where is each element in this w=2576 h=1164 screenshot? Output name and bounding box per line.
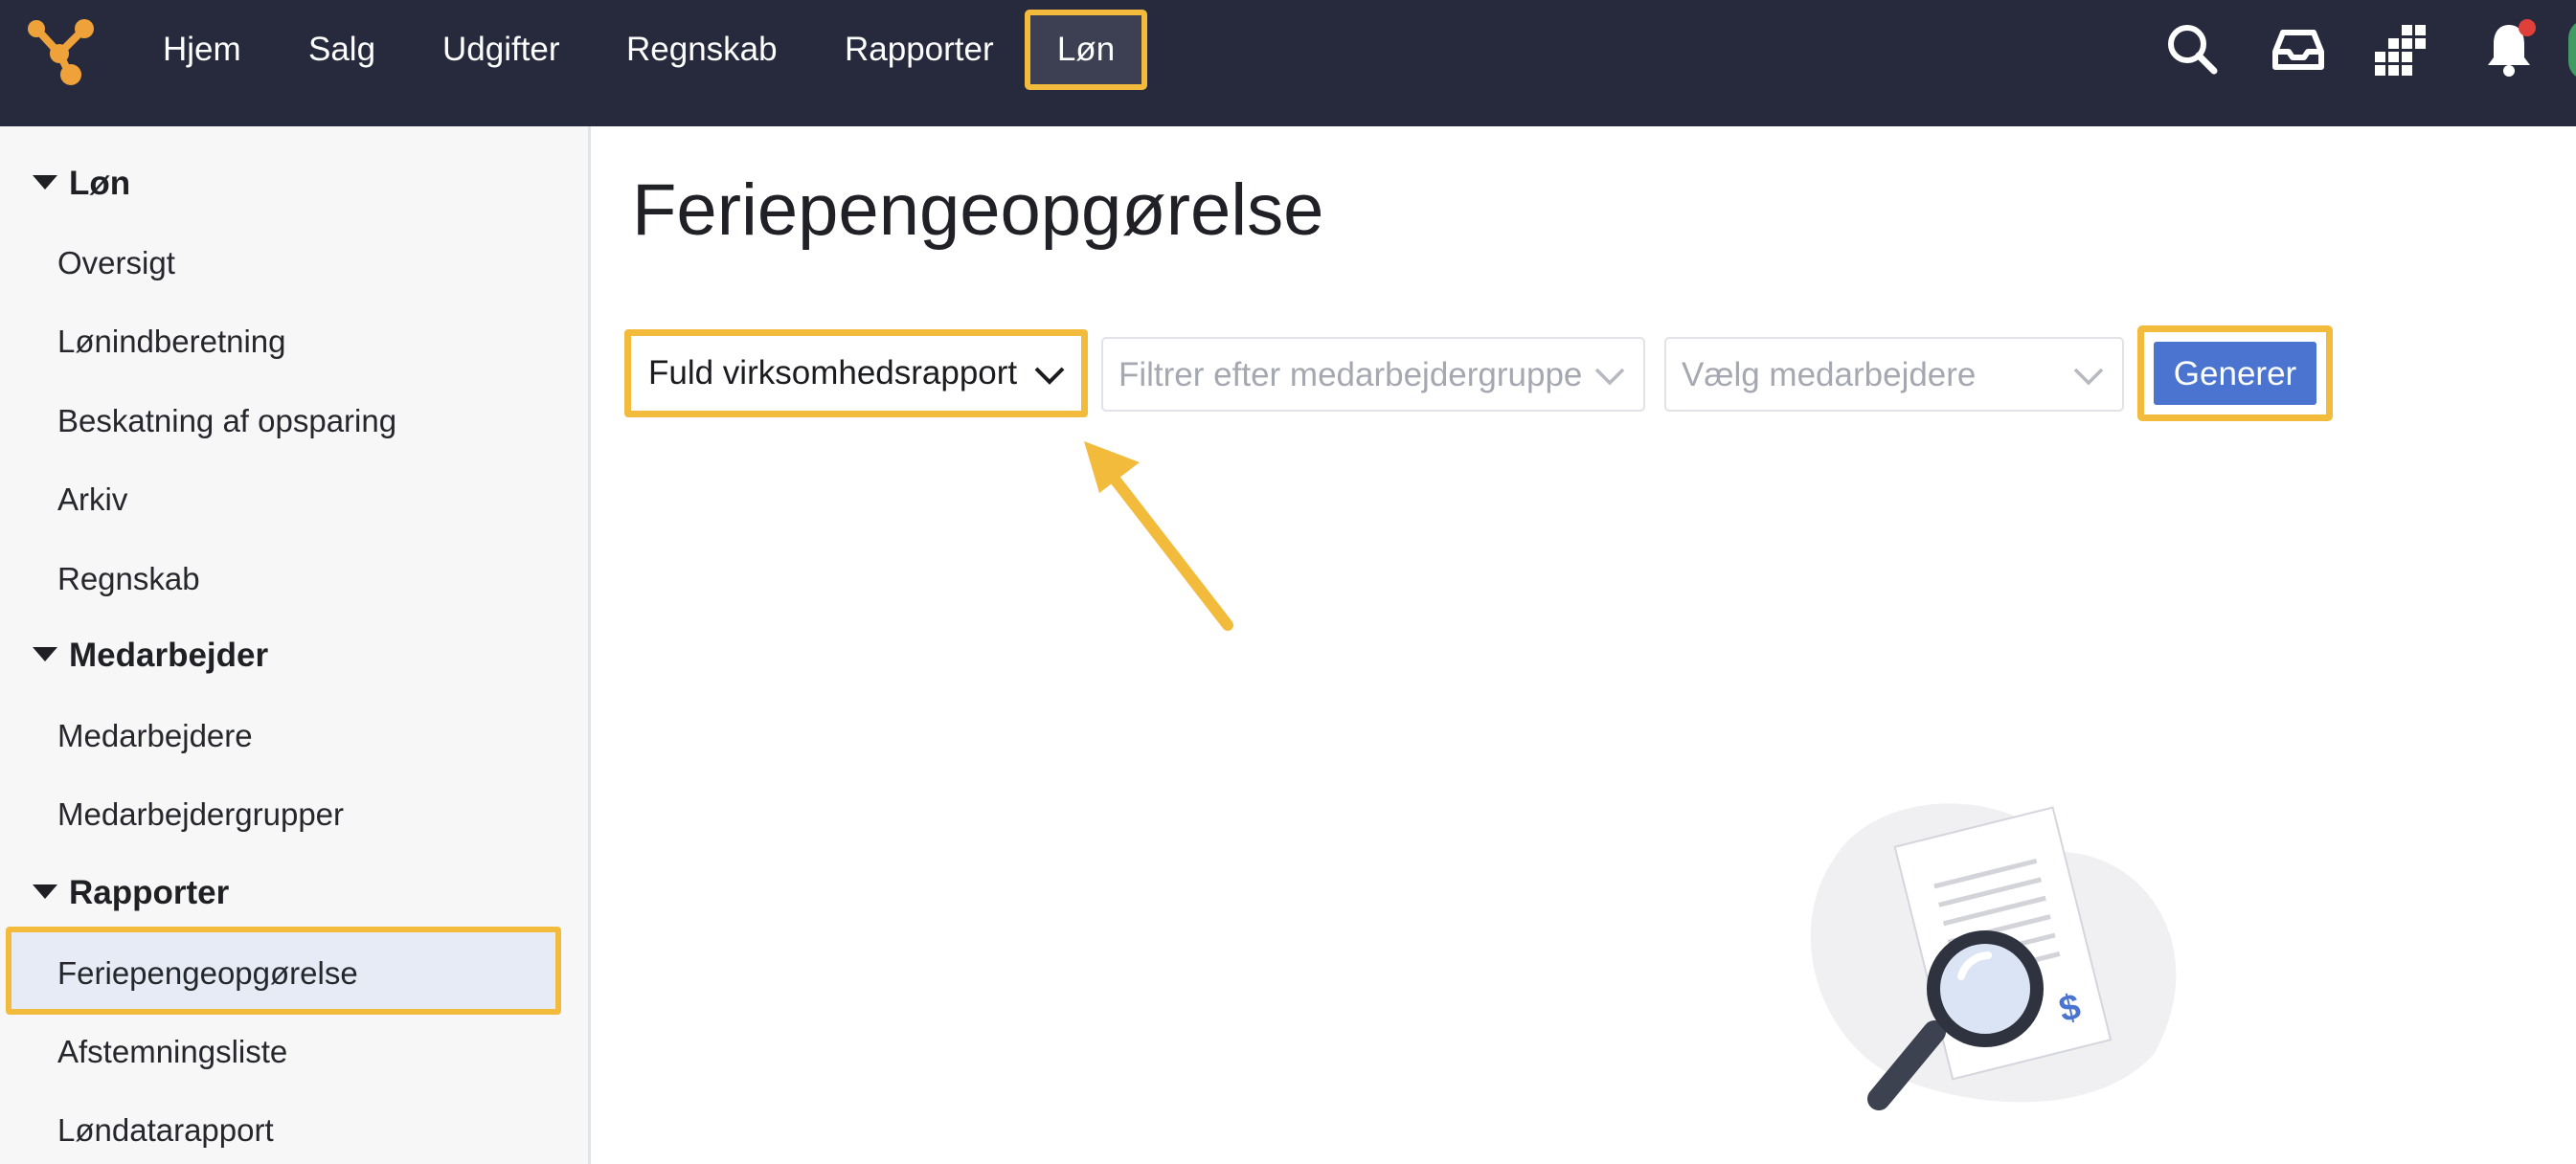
nav-accounting[interactable]: Regnskab [626, 27, 778, 73]
sidebar-section-employee[interactable]: Medarbejder [33, 632, 268, 680]
sidebar-item-payroll-reporting[interactable]: Lønindberetning [57, 318, 286, 366]
sidebar-item-employee-groups[interactable]: Medarbejdergrupper [57, 791, 344, 839]
nav-payroll-label: Løn [1056, 31, 1116, 68]
sidebar-item-savings-tax[interactable]: Beskatning af opsparing [57, 397, 396, 445]
empty-report-illustration: $ [1810, 803, 2177, 1110]
sidebar-item-holiday-pay-statement[interactable]: Feriepengeopgørelse [6, 927, 561, 1015]
chevron-down-icon [2073, 368, 2104, 386]
employee-group-filter[interactable]: Filtrer efter medarbejdergruppe [1101, 337, 1645, 412]
report-type-value: Fuld virksomhedsrapport [648, 354, 1018, 392]
sidebar-item-archive[interactable]: Arkiv [57, 476, 127, 524]
generate-highlight: Generer [2137, 325, 2333, 421]
nav-expenses[interactable]: Udgifter [442, 27, 560, 73]
nav-home[interactable]: Hjem [163, 27, 241, 73]
sidebar-item-overview[interactable]: Oversigt [57, 239, 175, 287]
search-icon[interactable] [2162, 19, 2224, 80]
sidebar-section-label: Medarbejder [69, 637, 269, 674]
caret-down-icon [33, 175, 57, 190]
sidebar: Løn Oversigt Lønindberetning Beskatning … [0, 126, 591, 1164]
nav-payroll[interactable]: Løn [1025, 10, 1147, 90]
caret-down-icon [33, 647, 57, 662]
sidebar-item-label: Feriepengeopgørelse [57, 955, 358, 991]
generate-button[interactable]: Generer [2154, 342, 2316, 405]
inbox-icon[interactable] [2268, 19, 2329, 80]
avatar[interactable] [2568, 19, 2576, 80]
page-title: Feriepengeopgørelse [632, 169, 1324, 251]
chevron-down-icon [1034, 367, 1065, 385]
chevron-down-icon [1594, 368, 1625, 386]
sidebar-section-label: Rapporter [69, 874, 230, 911]
caret-down-icon [33, 884, 57, 900]
sidebar-item-reconciliation-list[interactable]: Afstemningsliste [57, 1028, 287, 1076]
sidebar-item-payroll-data-report[interactable]: Løndatarapport [57, 1107, 274, 1154]
report-type-dropdown[interactable]: Fuld virksomhedsrapport [624, 329, 1088, 417]
annotation-arrow-icon [1084, 441, 1233, 631]
sidebar-section-payroll[interactable]: Løn [33, 160, 130, 208]
nav-reports[interactable]: Rapporter [845, 27, 994, 73]
sidebar-item-employees[interactable]: Medarbejdere [57, 712, 253, 760]
employee-group-placeholder: Filtrer efter medarbejdergruppe [1119, 356, 1583, 393]
apps-grid-icon[interactable] [2373, 19, 2434, 80]
nav-sales[interactable]: Salg [308, 27, 375, 73]
employee-select-placeholder: Vælg medarbejdere [1682, 356, 1977, 393]
employee-select[interactable]: Vælg medarbejdere [1664, 337, 2124, 412]
notification-badge [2519, 19, 2536, 36]
top-navigation-bar: Hjem Salg Udgifter Regnskab Rapporter Lø… [0, 0, 2576, 126]
sidebar-item-accounting[interactable]: Regnskab [57, 555, 200, 603]
sidebar-section-reports[interactable]: Rapporter [33, 869, 229, 917]
sidebar-section-label: Løn [69, 165, 131, 202]
app-logo[interactable] [25, 13, 100, 88]
